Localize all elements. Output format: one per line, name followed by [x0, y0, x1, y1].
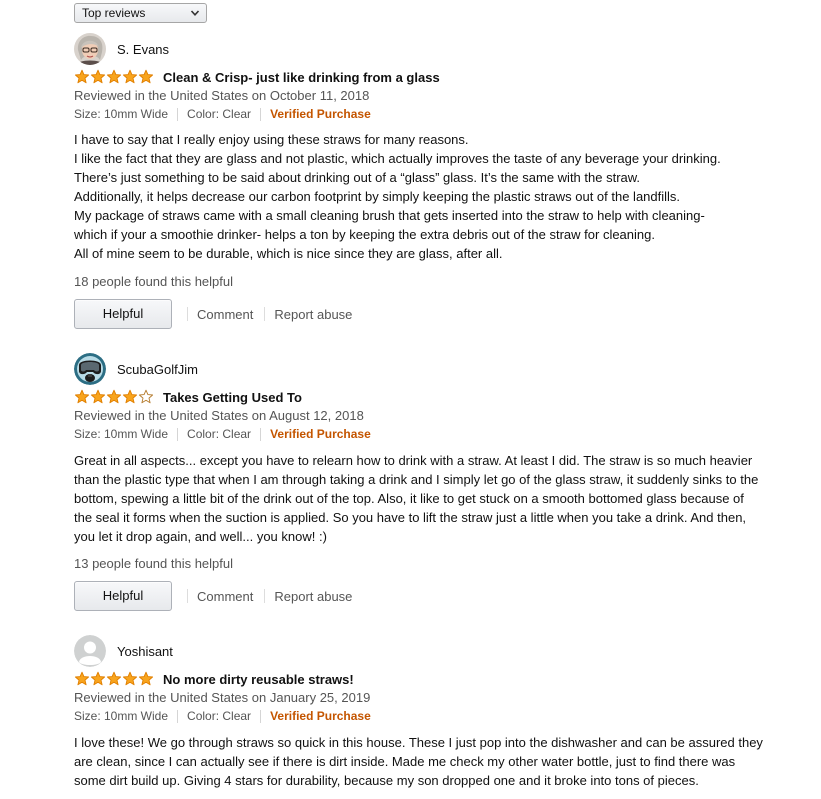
divider	[260, 107, 262, 121]
reviewer-profile[interactable]: Yoshisant	[74, 635, 173, 667]
star-filled-icon	[90, 69, 106, 84]
star-filled-icon	[74, 69, 90, 84]
star-filled-icon	[122, 69, 138, 84]
review-title[interactable]: Takes Getting Used To	[163, 390, 302, 405]
review-meta: Size: 10mm Wide Color: Clear Verified Pu…	[74, 107, 371, 121]
review-card: S. Evans Clean & Crisp- just like drinki…	[74, 33, 774, 333]
review-actions: Helpful Comment Report abuse	[74, 299, 352, 329]
comment-link[interactable]: Comment	[197, 307, 253, 322]
star-filled-icon	[106, 69, 122, 84]
review-date: Reviewed in the United States on January…	[74, 690, 371, 705]
review-paragraph: I have to say that I really enjoy using …	[74, 132, 469, 147]
reviewer-profile[interactable]: ScubaGolfJim	[74, 353, 198, 385]
helpful-count: 13 people found this helpful	[74, 556, 234, 571]
sort-dropdown[interactable]: Top reviews	[74, 3, 207, 23]
star-filled-icon	[138, 69, 154, 84]
star-filled-icon	[106, 671, 122, 686]
review-meta: Size: 10mm Wide Color: Clear Verified Pu…	[74, 709, 371, 723]
review-body: I love these! We go through straws so qu…	[74, 733, 764, 790]
divider	[187, 589, 188, 603]
sort-dropdown-value: Top reviews	[82, 6, 146, 20]
review-paragraph: All of mine seem to be durable, which is…	[74, 246, 503, 261]
divider	[260, 427, 262, 441]
color-variant[interactable]: Color: Clear	[187, 107, 251, 121]
report-abuse-link[interactable]: Report abuse	[274, 589, 352, 604]
star-filled-icon	[90, 671, 106, 686]
star-filled-icon	[90, 389, 106, 404]
star-filled-icon	[74, 389, 90, 404]
comment-link[interactable]: Comment	[197, 589, 253, 604]
review-card: Yoshisant No more dirty reusable straws!…	[74, 635, 774, 799]
avatar	[74, 33, 106, 65]
size-variant[interactable]: Size: 10mm Wide	[74, 709, 168, 723]
review-body: Great in all aspects... except you have …	[74, 451, 764, 546]
review-paragraph: I like the fact that they are glass and …	[74, 151, 721, 166]
divider	[260, 709, 262, 723]
verified-purchase-badge[interactable]: Verified Purchase	[270, 427, 371, 441]
review-date: Reviewed in the United States on October…	[74, 88, 370, 103]
review-paragraph: Great in all aspects... except you have …	[74, 453, 759, 544]
verified-purchase-badge[interactable]: Verified Purchase	[270, 709, 371, 723]
review-paragraph: which if your a smoothie drinker- helps …	[74, 227, 655, 242]
star-rating[interactable]	[74, 389, 154, 405]
star-filled-icon	[138, 671, 154, 686]
chevron-down-icon	[190, 10, 200, 16]
report-abuse-link[interactable]: Report abuse	[274, 307, 352, 322]
star-filled-icon	[122, 671, 138, 686]
reviewer-name: Yoshisant	[117, 643, 173, 659]
size-variant[interactable]: Size: 10mm Wide	[74, 427, 168, 441]
review-paragraph: There’s just something to be said about …	[74, 170, 641, 185]
star-rating[interactable]	[74, 69, 154, 85]
size-variant[interactable]: Size: 10mm Wide	[74, 107, 168, 121]
divider	[177, 107, 179, 121]
divider	[177, 427, 179, 441]
helpful-button[interactable]: Helpful	[74, 581, 172, 611]
review-paragraph: I love these! We go through straws so qu…	[74, 735, 763, 788]
reviewer-name: ScubaGolfJim	[117, 361, 198, 377]
divider	[264, 307, 266, 321]
helpful-button[interactable]: Helpful	[74, 299, 172, 329]
verified-purchase-badge[interactable]: Verified Purchase	[270, 107, 371, 121]
profile-photo-icon	[74, 33, 106, 65]
star-filled-icon	[122, 389, 138, 404]
review-paragraph: My package of straws came with a small c…	[74, 208, 705, 223]
star-filled-icon	[74, 671, 90, 686]
star-empty-icon	[138, 389, 154, 404]
divider	[177, 709, 179, 723]
review-actions: Helpful Comment Report abuse	[74, 581, 352, 611]
color-variant[interactable]: Color: Clear	[187, 427, 251, 441]
divider	[264, 589, 266, 603]
default-user-icon	[74, 635, 106, 667]
color-variant[interactable]: Color: Clear	[187, 709, 251, 723]
avatar	[74, 635, 106, 667]
review-paragraph: Additionally, it helps decrease our carb…	[74, 189, 681, 204]
review-card: ScubaGolfJim Takes Getting Used To Revie…	[74, 353, 774, 613]
review-date: Reviewed in the United States on August …	[74, 408, 364, 423]
divider	[187, 307, 188, 321]
star-filled-icon	[106, 389, 122, 404]
review-meta: Size: 10mm Wide Color: Clear Verified Pu…	[74, 427, 371, 441]
scuba-mask-icon	[74, 353, 106, 385]
helpful-count: 18 people found this helpful	[74, 274, 234, 289]
reviewer-profile[interactable]: S. Evans	[74, 33, 169, 65]
review-body: I have to say that I really enjoy using …	[74, 130, 774, 263]
review-title[interactable]: No more dirty reusable straws!	[163, 672, 354, 687]
star-rating[interactable]	[74, 671, 154, 687]
review-title[interactable]: Clean & Crisp- just like drinking from a…	[163, 70, 440, 85]
avatar	[74, 353, 106, 385]
reviewer-name: S. Evans	[117, 41, 170, 57]
